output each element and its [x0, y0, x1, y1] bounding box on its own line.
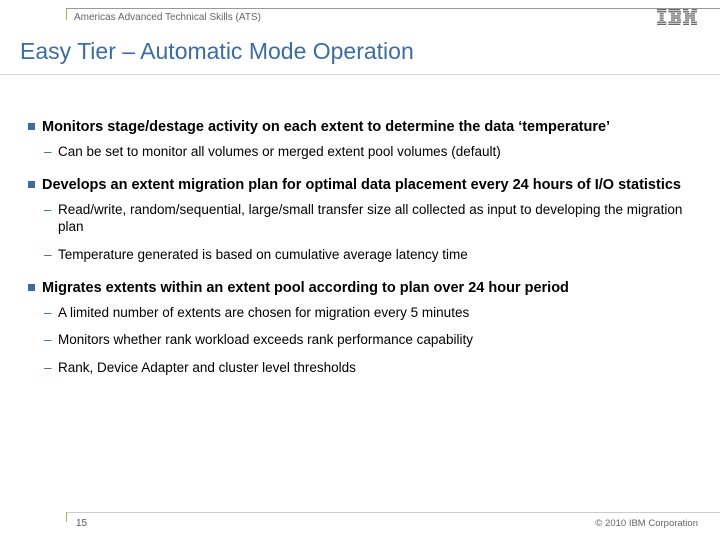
bullet-text: Develops an extent migration plan for op…: [42, 177, 681, 193]
slide-title: Easy Tier – Automatic Mode Operation: [20, 38, 414, 65]
sub-text: Temperature generated is based on cumula…: [58, 247, 468, 262]
sub-text: A limited number of extents are chosen f…: [58, 305, 469, 320]
dash-icon: –: [44, 246, 52, 264]
slide-header: Americas Advanced Technical Skills (ATS): [0, 0, 720, 28]
bullet-main: Develops an extent migration plan for op…: [28, 176, 692, 195]
header-rule: [66, 8, 720, 9]
bullet-sub: – Monitors whether rank workload exceeds…: [28, 331, 692, 349]
sub-text: Read/write, random/sequential, large/sma…: [58, 202, 682, 235]
copyright-text: © 2010 IBM Corporation: [595, 518, 698, 529]
bullet-text: Monitors stage/destage activity on each …: [42, 119, 610, 135]
bullet-sub: – Can be set to monitor all volumes or m…: [28, 143, 692, 161]
page-number: 15: [76, 518, 87, 529]
square-bullet-icon: [28, 123, 35, 130]
header-tick: [66, 8, 67, 20]
square-bullet-icon: [28, 284, 35, 291]
footer-tick: [66, 512, 67, 522]
bullet-main: Monitors stage/destage activity on each …: [28, 118, 692, 137]
footer-rule: [66, 512, 720, 513]
bullet-sub: – Rank, Device Adapter and cluster level…: [28, 359, 692, 377]
bullet-sub: – Read/write, random/sequential, large/s…: [28, 201, 692, 236]
slide-footer: 15 © 2010 IBM Corporation: [0, 512, 720, 540]
sub-text: Monitors whether rank workload exceeds r…: [58, 332, 473, 347]
sub-text: Rank, Device Adapter and cluster level t…: [58, 360, 356, 375]
bullet-main: Migrates extents within an extent pool a…: [28, 279, 692, 298]
slide-content: Monitors stage/destage activity on each …: [28, 118, 692, 386]
title-rule: [0, 74, 720, 75]
dash-icon: –: [44, 331, 52, 349]
square-bullet-icon: [28, 181, 35, 188]
bullet-text: Migrates extents within an extent pool a…: [42, 280, 569, 296]
ibm-logo-icon: [656, 9, 698, 30]
dash-icon: –: [44, 359, 52, 377]
header-org-text: Americas Advanced Technical Skills (ATS): [74, 12, 261, 23]
slide: Americas Advanced Technical Skills (ATS): [0, 0, 720, 540]
dash-icon: –: [44, 304, 52, 322]
dash-icon: –: [44, 201, 52, 219]
dash-icon: –: [44, 143, 52, 161]
bullet-sub: – A limited number of extents are chosen…: [28, 304, 692, 322]
sub-text: Can be set to monitor all volumes or mer…: [58, 144, 501, 159]
bullet-sub: – Temperature generated is based on cumu…: [28, 246, 692, 264]
